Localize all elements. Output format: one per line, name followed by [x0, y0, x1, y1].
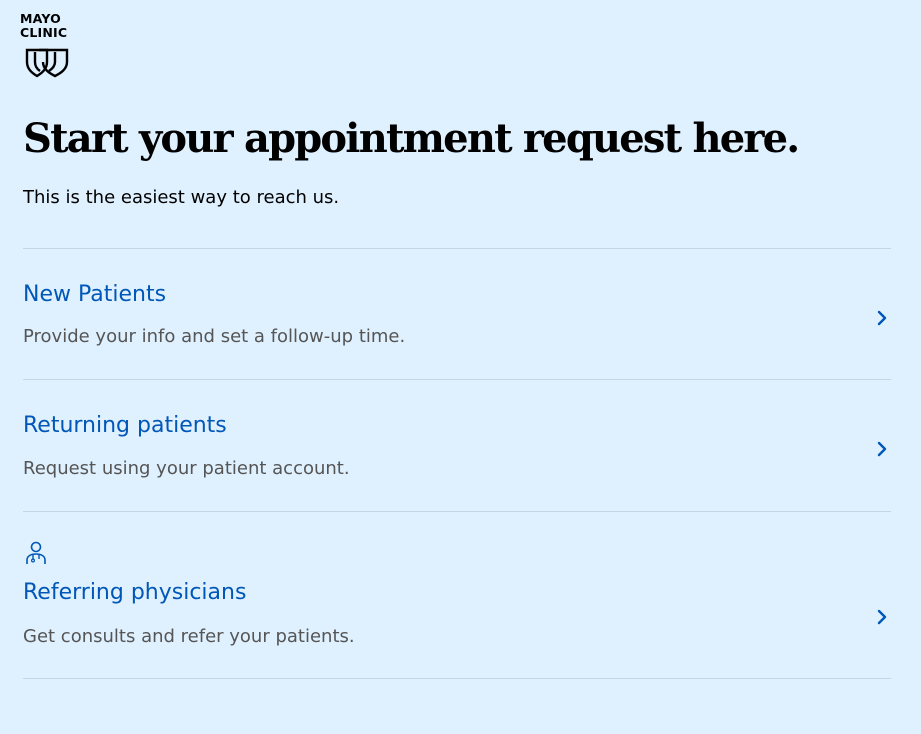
- page-title: Start your appointment request here.: [23, 115, 800, 162]
- logo-line-1: MAYO: [20, 11, 61, 26]
- option-new-patients[interactable]: New Patients Provide your info and set a…: [23, 249, 891, 379]
- option-title-returning-patients[interactable]: Returning patients: [23, 412, 227, 440]
- page-subtitle: This is the easiest way to reach us.: [23, 187, 340, 208]
- logo-wordmark: MAYO CLINIC: [20, 12, 74, 40]
- physician-icon: [26, 541, 46, 564]
- option-desc-returning-patients: Request using your patient account.: [23, 458, 350, 479]
- option-returning-patients[interactable]: Returning patients Request using your pa…: [23, 380, 891, 511]
- option-desc-new-patients: Provide your info and set a follow-up ti…: [23, 326, 406, 347]
- mayo-clinic-logo[interactable]: MAYO CLINIC: [20, 12, 74, 78]
- chevron-right-icon[interactable]: [875, 309, 889, 327]
- logo-line-2: CLINIC: [20, 25, 68, 40]
- option-referring-physicians[interactable]: Referring physicians Get consults and re…: [23, 512, 891, 678]
- divider: [23, 678, 891, 679]
- option-title-referring-physicians[interactable]: Referring physicians: [23, 579, 246, 607]
- option-title-new-patients[interactable]: New Patients: [23, 281, 166, 309]
- chevron-right-icon[interactable]: [875, 440, 889, 458]
- option-desc-referring-physicians: Get consults and refer your patients.: [23, 626, 355, 647]
- mayo-shields-icon: [25, 48, 69, 78]
- chevron-right-icon[interactable]: [875, 608, 889, 626]
